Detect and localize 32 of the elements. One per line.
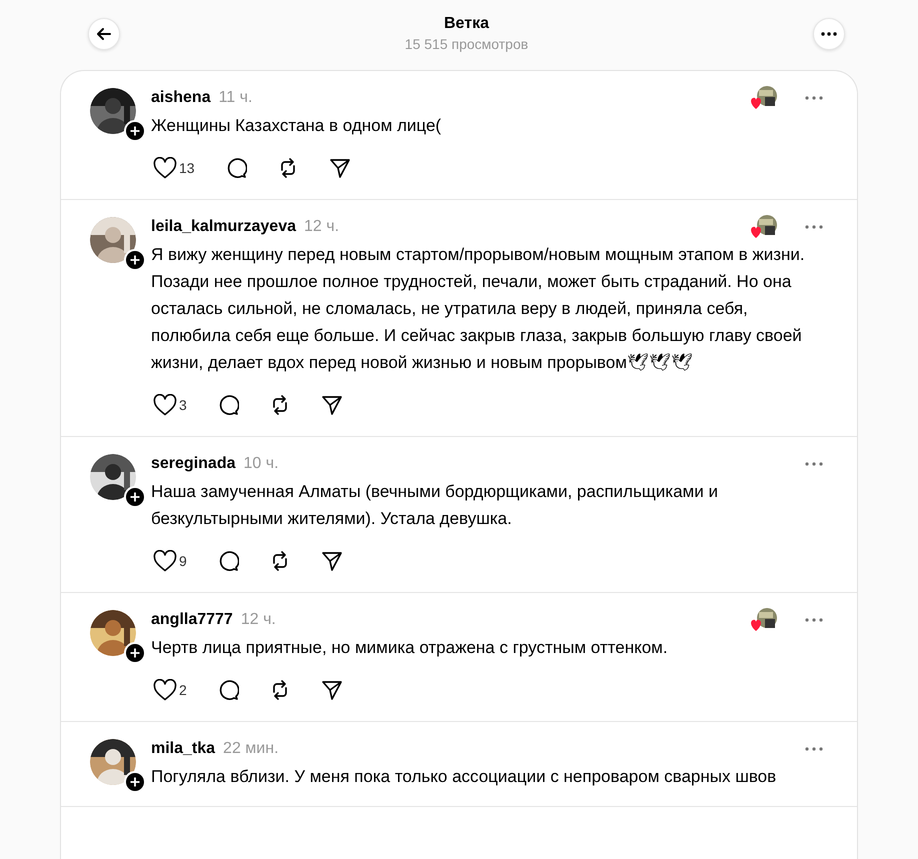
more-icon[interactable] [805,747,823,751]
view-count: 15 515 просмотров [404,36,528,52]
follow-plus-icon[interactable] [124,486,146,508]
post-text: Наша замученная Алматы (вечными бордюрщиками, распильщиками и безкультырными жителями). Устала девушка. [151,481,719,530]
back-button[interactable] [88,18,120,50]
like-button[interactable]: 13 [151,155,197,181]
more-button[interactable] [812,18,845,50]
username-link[interactable]: sereginada [151,455,236,473]
post-time: 11 ч. [218,89,252,107]
post-time: 22 мин. [223,740,279,758]
post-text: Погуляла вблизи. У меня пока только ассоциации с непроваром сварных швов [151,766,778,788]
post-text: Женщины Казахстана в одном лице( [151,115,442,137]
follow-plus-icon[interactable] [124,249,146,271]
post-text: Чертв лица приятные, но мимика отражена с грустным оттенком. [151,637,669,659]
more-icon[interactable] [805,225,823,229]
more-icon[interactable] [805,96,823,100]
more-icon [820,32,837,36]
follow-plus-icon[interactable] [124,771,146,793]
page-title: Ветка [443,14,490,34]
post-time: 12 ч. [240,611,276,629]
back-arrow-icon [96,26,112,42]
post-text: Я вижу женщину перед новым стартом/прорывом/новым мощным этапом в жизни. Позади нее прошлое полное трудностей, печали, может быть страданий. Но она осталась сильной, не сломалась, не утратила веру в людей, приняла себя, полюбила себя еще больше. И сейчас закрыв глаза, закрыв большую главу своей жизни, делает вдох перед новой жизнью и новым прорывом🕊🕊🕊 [151,244,806,374]
username-link[interactable]: anglla7777 [151,611,233,629]
more-icon[interactable] [805,462,823,466]
follow-plus-icon[interactable] [124,642,146,664]
post-time: 12 ч. [304,218,340,236]
username-link[interactable]: aishena [151,89,211,107]
post-time: 10 ч. [243,455,279,473]
more-icon[interactable] [805,618,823,622]
username-link[interactable]: leila_kalmurzayeva [151,218,296,236]
username-link[interactable]: mila_tka [151,740,216,758]
follow-plus-icon[interactable] [124,120,146,142]
